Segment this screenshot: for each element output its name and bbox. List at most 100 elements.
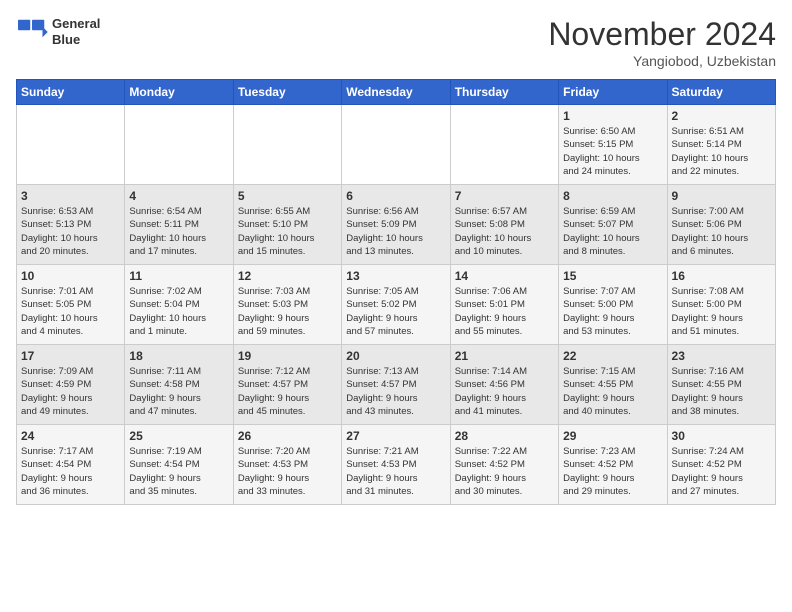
day-number: 19	[238, 349, 337, 363]
calendar-day-cell: 15 Sunrise: 7:07 AM Sunset: 5:00 PM Dayli…	[559, 265, 667, 345]
day-info: Sunrise: 7:01 AM Sunset: 5:05 PM Dayligh…	[21, 285, 120, 338]
weekday-header-wednesday: Wednesday	[342, 80, 450, 105]
day-info: Sunrise: 6:55 AM Sunset: 5:10 PM Dayligh…	[238, 205, 337, 258]
weekday-header-friday: Friday	[559, 80, 667, 105]
day-number: 26	[238, 429, 337, 443]
day-number: 1	[563, 109, 662, 123]
calendar-day-cell: 29 Sunrise: 7:23 AM Sunset: 4:52 PM Dayli…	[559, 425, 667, 505]
calendar-day-cell: 25 Sunrise: 7:19 AM Sunset: 4:54 PM Dayli…	[125, 425, 233, 505]
day-info: Sunrise: 6:51 AM Sunset: 5:14 PM Dayligh…	[672, 125, 771, 178]
weekday-header-thursday: Thursday	[450, 80, 558, 105]
day-info: Sunrise: 6:54 AM Sunset: 5:11 PM Dayligh…	[129, 205, 228, 258]
calendar-day-cell: 17 Sunrise: 7:09 AM Sunset: 4:59 PM Dayli…	[17, 345, 125, 425]
calendar-day-cell	[125, 105, 233, 185]
day-number: 11	[129, 269, 228, 283]
calendar-table: SundayMondayTuesdayWednesdayThursdayFrid…	[16, 79, 776, 505]
day-info: Sunrise: 7:12 AM Sunset: 4:57 PM Dayligh…	[238, 365, 337, 418]
calendar-day-cell: 10 Sunrise: 7:01 AM Sunset: 5:05 PM Dayli…	[17, 265, 125, 345]
day-number: 8	[563, 189, 662, 203]
day-info: Sunrise: 7:00 AM Sunset: 5:06 PM Dayligh…	[672, 205, 771, 258]
calendar-day-cell: 12Sunrise: 7:03 AM Sunset: 5:03 PM Dayli…	[233, 265, 341, 345]
calendar-day-cell: 3 Sunrise: 6:53 AM Sunset: 5:13 PM Daylig…	[17, 185, 125, 265]
day-number: 27	[346, 429, 445, 443]
day-info: Sunrise: 7:24 AM Sunset: 4:52 PM Dayligh…	[672, 445, 771, 498]
day-info: Sunrise: 6:57 AM Sunset: 5:08 PM Dayligh…	[455, 205, 554, 258]
calendar-day-cell: 8 Sunrise: 6:59 AM Sunset: 5:07 PM Daylig…	[559, 185, 667, 265]
day-info: Sunrise: 7:14 AM Sunset: 4:56 PM Dayligh…	[455, 365, 554, 418]
calendar-day-cell: 18Sunrise: 7:11 AM Sunset: 4:58 PM Dayli…	[125, 345, 233, 425]
calendar-day-cell: 14Sunrise: 7:06 AM Sunset: 5:01 PM Dayli…	[450, 265, 558, 345]
calendar-day-cell: 19 Sunrise: 7:12 AM Sunset: 4:57 PM Dayli…	[233, 345, 341, 425]
day-info: Sunrise: 7:22 AM Sunset: 4:52 PM Dayligh…	[455, 445, 554, 498]
day-info: Sunrise: 6:53 AM Sunset: 5:13 PM Dayligh…	[21, 205, 120, 258]
day-info: Sunrise: 7:05 AM Sunset: 5:02 PM Dayligh…	[346, 285, 445, 338]
calendar-day-cell: 21 Sunrise: 7:14 AM Sunset: 4:56 PM Dayli…	[450, 345, 558, 425]
weekday-header-row: SundayMondayTuesdayWednesdayThursdayFrid…	[17, 80, 776, 105]
day-number: 13	[346, 269, 445, 283]
day-info: Sunrise: 7:09 AM Sunset: 4:59 PM Dayligh…	[21, 365, 120, 418]
calendar-day-cell: 27Sunrise: 7:21 AM Sunset: 4:53 PM Dayli…	[342, 425, 450, 505]
calendar-day-cell: 5 Sunrise: 6:55 AM Sunset: 5:10 PM Daylig…	[233, 185, 341, 265]
weekday-header-tuesday: Tuesday	[233, 80, 341, 105]
day-info: Sunrise: 6:56 AM Sunset: 5:09 PM Dayligh…	[346, 205, 445, 258]
day-number: 21	[455, 349, 554, 363]
day-number: 20	[346, 349, 445, 363]
calendar-day-cell: 16Sunrise: 7:08 AM Sunset: 5:00 PM Dayli…	[667, 265, 775, 345]
calendar-day-cell: 26Sunrise: 7:20 AM Sunset: 4:53 PM Dayli…	[233, 425, 341, 505]
calendar-week-row: 10 Sunrise: 7:01 AM Sunset: 5:05 PM Dayli…	[17, 265, 776, 345]
month-title: November 2024	[548, 16, 776, 53]
calendar-day-cell: 22Sunrise: 7:15 AM Sunset: 4:55 PM Dayli…	[559, 345, 667, 425]
day-number: 28	[455, 429, 554, 443]
day-info: Sunrise: 7:19 AM Sunset: 4:54 PM Dayligh…	[129, 445, 228, 498]
calendar-week-row: 24 Sunrise: 7:17 AM Sunset: 4:54 PM Dayli…	[17, 425, 776, 505]
day-info: Sunrise: 6:59 AM Sunset: 5:07 PM Dayligh…	[563, 205, 662, 258]
day-number: 25	[129, 429, 228, 443]
day-number: 17	[21, 349, 120, 363]
calendar-day-cell	[342, 105, 450, 185]
day-number: 23	[672, 349, 771, 363]
day-number: 10	[21, 269, 120, 283]
calendar-day-cell: 24 Sunrise: 7:17 AM Sunset: 4:54 PM Dayli…	[17, 425, 125, 505]
calendar-day-cell: 20 Sunrise: 7:13 AM Sunset: 4:57 PM Dayli…	[342, 345, 450, 425]
day-number: 3	[21, 189, 120, 203]
calendar-day-cell: 23 Sunrise: 7:16 AM Sunset: 4:55 PM Dayli…	[667, 345, 775, 425]
calendar-day-cell: 9 Sunrise: 7:00 AM Sunset: 5:06 PM Daylig…	[667, 185, 775, 265]
day-info: Sunrise: 7:17 AM Sunset: 4:54 PM Dayligh…	[21, 445, 120, 498]
day-number: 14	[455, 269, 554, 283]
logo-text: General Blue	[52, 16, 100, 47]
day-number: 12	[238, 269, 337, 283]
day-info: Sunrise: 7:07 AM Sunset: 5:00 PM Dayligh…	[563, 285, 662, 338]
calendar-day-cell: 11Sunrise: 7:02 AM Sunset: 5:04 PM Dayli…	[125, 265, 233, 345]
calendar-body: 1 Sunrise: 6:50 AM Sunset: 5:15 PM Daylig…	[17, 105, 776, 505]
day-info: Sunrise: 7:23 AM Sunset: 4:52 PM Dayligh…	[563, 445, 662, 498]
day-number: 9	[672, 189, 771, 203]
title-area: November 2024 Yangiobod, Uzbekistan	[548, 16, 776, 69]
weekday-header-sunday: Sunday	[17, 80, 125, 105]
location: Yangiobod, Uzbekistan	[548, 53, 776, 69]
calendar-day-cell: 28 Sunrise: 7:22 AM Sunset: 4:52 PM Dayli…	[450, 425, 558, 505]
weekday-header-monday: Monday	[125, 80, 233, 105]
day-number: 2	[672, 109, 771, 123]
day-number: 24	[21, 429, 120, 443]
day-info: Sunrise: 7:11 AM Sunset: 4:58 PM Dayligh…	[129, 365, 228, 418]
calendar-day-cell: 1 Sunrise: 6:50 AM Sunset: 5:15 PM Daylig…	[559, 105, 667, 185]
calendar-day-cell: 2 Sunrise: 6:51 AM Sunset: 5:14 PM Daylig…	[667, 105, 775, 185]
calendar-day-cell: 6 Sunrise: 6:56 AM Sunset: 5:09 PM Daylig…	[342, 185, 450, 265]
calendar-day-cell	[233, 105, 341, 185]
day-number: 5	[238, 189, 337, 203]
day-number: 4	[129, 189, 228, 203]
day-number: 7	[455, 189, 554, 203]
weekday-header-saturday: Saturday	[667, 80, 775, 105]
calendar-day-cell: 30Sunrise: 7:24 AM Sunset: 4:52 PM Dayli…	[667, 425, 775, 505]
calendar-week-row: 1 Sunrise: 6:50 AM Sunset: 5:15 PM Daylig…	[17, 105, 776, 185]
calendar-day-cell	[450, 105, 558, 185]
calendar-header: SundayMondayTuesdayWednesdayThursdayFrid…	[17, 80, 776, 105]
day-number: 6	[346, 189, 445, 203]
calendar-day-cell: 4 Sunrise: 6:54 AM Sunset: 5:11 PM Daylig…	[125, 185, 233, 265]
day-info: Sunrise: 6:50 AM Sunset: 5:15 PM Dayligh…	[563, 125, 662, 178]
day-number: 15	[563, 269, 662, 283]
day-number: 16	[672, 269, 771, 283]
day-info: Sunrise: 7:13 AM Sunset: 4:57 PM Dayligh…	[346, 365, 445, 418]
day-number: 29	[563, 429, 662, 443]
day-info: Sunrise: 7:16 AM Sunset: 4:55 PM Dayligh…	[672, 365, 771, 418]
